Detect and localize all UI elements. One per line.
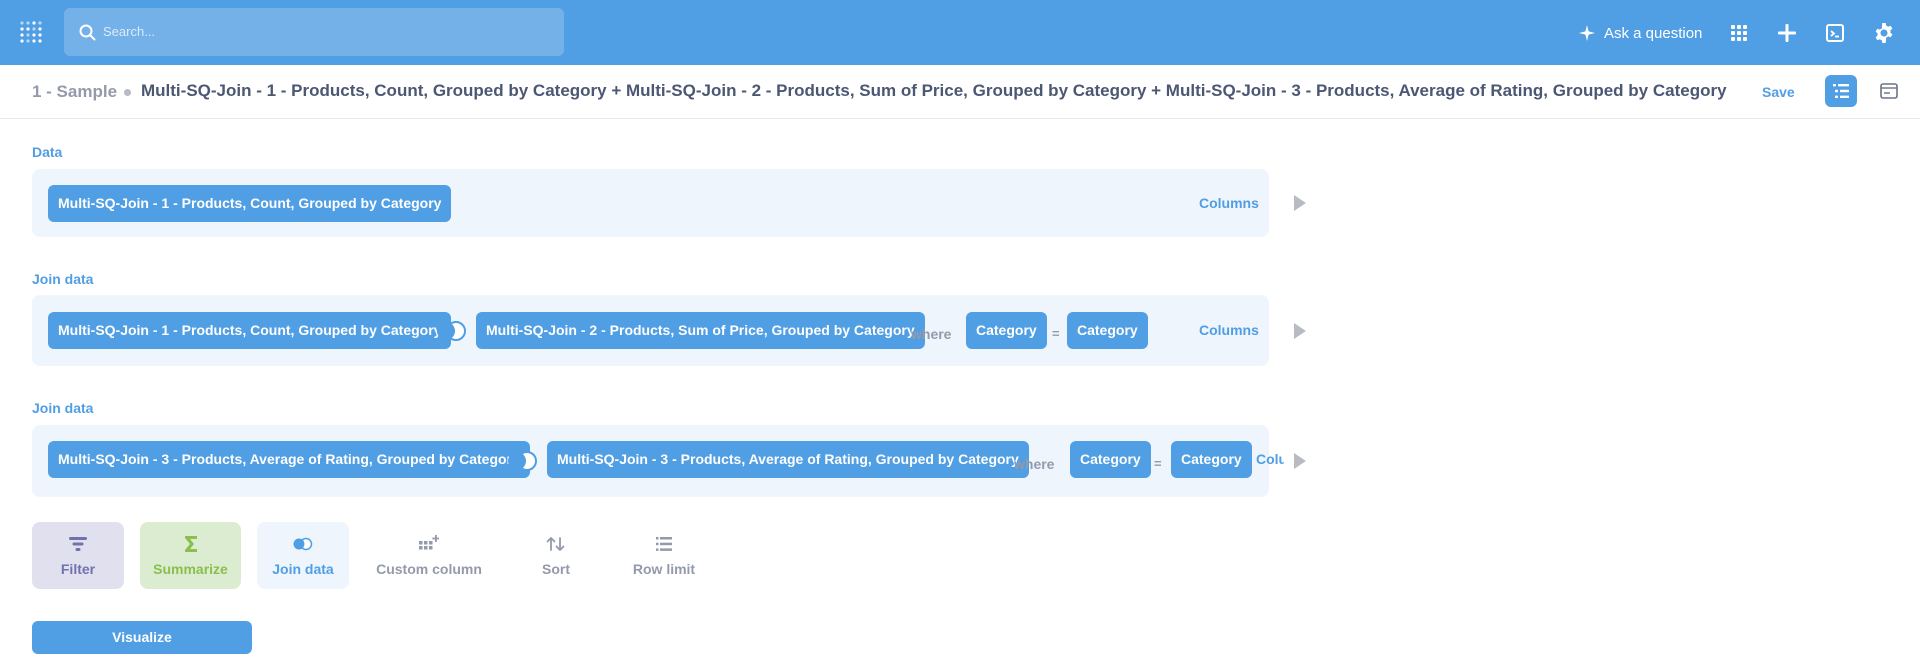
join1-step-label: Join data <box>32 271 94 287</box>
question-header: 1 - Sample Multi-SQ-Join - 1 - Products,… <box>0 65 1920 119</box>
join-label: Join data <box>272 561 334 577</box>
notebook-toggle-button[interactable] <box>1825 75 1857 107</box>
join2-left-table-pill[interactable]: Multi-SQ-Join - 3 - Products, Average of… <box>48 441 530 478</box>
breadcrumb-separator <box>124 89 131 96</box>
join-action-button[interactable]: Join data <box>257 522 349 589</box>
add-column-icon <box>419 535 439 550</box>
sort-label: Sort <box>542 561 570 577</box>
join1-left-column-pill[interactable]: Category <box>966 312 1047 349</box>
sparkle-icon <box>1579 25 1595 41</box>
search-icon <box>79 24 96 41</box>
filter-label: Filter <box>60 561 96 577</box>
join1-where-label: where <box>911 326 952 342</box>
notebook-icon <box>1833 84 1849 98</box>
join2-where-label: where <box>1014 456 1055 472</box>
ask-question-button[interactable]: Ask a question <box>1579 22 1702 44</box>
collection-breadcrumb[interactable]: 1 - Sample <box>32 81 117 103</box>
join2-columns-button[interactable]: Columns <box>1256 450 1284 468</box>
top-navbar: Search... Ask a question <box>0 0 1920 65</box>
join-icon <box>293 537 313 551</box>
preview-play-icon[interactable] <box>1294 453 1306 469</box>
preview-play-icon[interactable] <box>1294 195 1306 211</box>
join2-right-column-pill[interactable]: Category <box>1171 441 1252 478</box>
summarize-label: Summarize <box>153 561 228 577</box>
data-step-label: Data <box>32 144 63 160</box>
left-join-icon[interactable] <box>434 320 468 342</box>
data-source-pill[interactable]: Multi-SQ-Join - 1 - Products, Count, Gro… <box>48 185 452 222</box>
join2-columns-clip: Columns <box>1256 450 1284 470</box>
join1-left-table-pill[interactable]: Multi-SQ-Join - 1 - Products, Count, Gro… <box>48 312 452 349</box>
ask-question-label: Ask a question <box>1604 24 1703 42</box>
sql-preview-icon[interactable] <box>1877 79 1901 103</box>
new-plus-icon[interactable] <box>1775 21 1799 45</box>
metabase-logo-icon[interactable] <box>19 20 45 46</box>
join2-step-label: Join data <box>32 400 94 416</box>
page-title[interactable]: Multi-SQ-Join - 1 - Products, Count, Gro… <box>141 80 1727 102</box>
row-limit-label: Row limit <box>632 561 696 577</box>
search-bar[interactable]: Search... <box>64 8 564 56</box>
sql-editor-icon[interactable] <box>1823 21 1847 45</box>
join1-right-table-pill[interactable]: Multi-SQ-Join - 2 - Products, Sum of Pri… <box>476 312 925 349</box>
sort-arrows-icon <box>546 537 565 551</box>
join1-step: Multi-SQ-Join - 1 - Products, Count, Gro… <box>32 295 1269 366</box>
search-input[interactable]: Search... <box>103 23 155 41</box>
left-join-icon[interactable] <box>505 450 539 472</box>
join2-right-table-pill[interactable]: Multi-SQ-Join - 3 - Products, Average of… <box>547 441 1029 478</box>
summarize-action-button[interactable]: Summarize <box>140 522 241 589</box>
filter-icon <box>69 537 87 551</box>
join1-operator[interactable]: = <box>1052 325 1060 343</box>
custom-column-label: Custom column <box>376 561 482 577</box>
data-step: Multi-SQ-Join - 1 - Products, Count, Gro… <box>32 169 1269 237</box>
gear-icon[interactable] <box>1872 21 1896 45</box>
join2-left-column-pill[interactable]: Category <box>1070 441 1151 478</box>
list-icon <box>656 537 672 551</box>
data-columns-button[interactable]: Columns <box>1199 194 1259 212</box>
join2-operator[interactable]: = <box>1154 455 1162 473</box>
join1-columns-button[interactable]: Columns <box>1199 321 1259 339</box>
row-limit-action-button[interactable]: Row limit <box>620 522 708 589</box>
sigma-icon <box>184 536 197 552</box>
custom-column-action-button[interactable]: Custom column <box>370 522 488 589</box>
join2-step: Multi-SQ-Join - 3 - Products, Average of… <box>32 425 1284 497</box>
filter-action-button[interactable]: Filter <box>32 522 124 589</box>
preview-play-icon[interactable] <box>1294 323 1306 339</box>
browse-grid-icon[interactable] <box>1727 21 1751 45</box>
sort-action-button[interactable]: Sort <box>516 522 596 589</box>
visualize-button[interactable]: Visualize <box>32 621 252 654</box>
save-button[interactable]: Save <box>1762 82 1795 102</box>
join1-right-column-pill[interactable]: Category <box>1067 312 1148 349</box>
